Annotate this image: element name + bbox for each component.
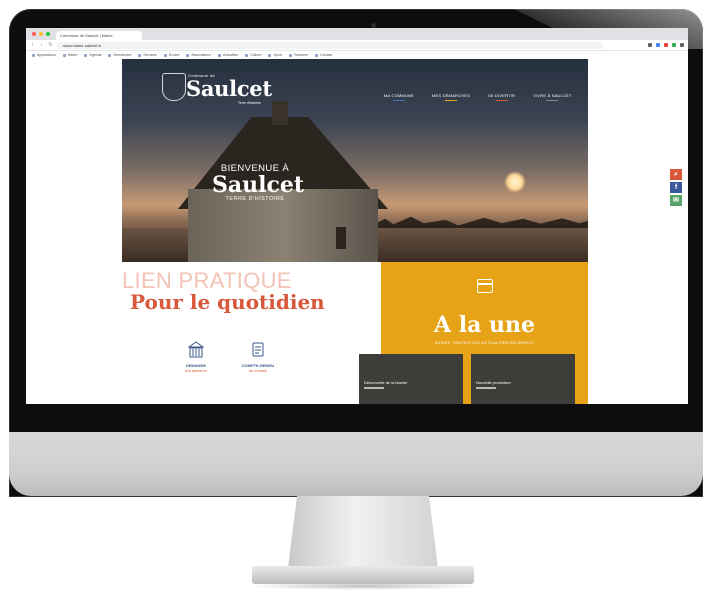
nav-label: MA COMMUNE: [384, 93, 414, 98]
monitor-base: [252, 566, 474, 584]
hero-text: BIENVENUE À Saulcet TERRE D'HISTOIRE: [212, 163, 305, 202]
minimize-window-button[interactable]: [39, 32, 43, 36]
logo-subtext: Terre d'histoire: [238, 101, 261, 105]
bookmark-item[interactable]: Tourisme: [289, 53, 308, 57]
lien-pratique-subheading: Pour le quotidien: [130, 290, 325, 314]
nav-item-se-divertir[interactable]: SE DIVERTIR: [488, 93, 515, 101]
mail-icon[interactable]: ✉: [670, 195, 682, 206]
nav-item-mes-demarches[interactable]: MES DÉMARCHES: [432, 93, 470, 101]
nav-item-ma-commune[interactable]: MA COMMUNE: [384, 93, 414, 101]
maximize-window-button[interactable]: [46, 32, 50, 36]
monitor-stand: [288, 496, 438, 568]
news-rule: [364, 387, 384, 389]
reload-icon[interactable]: ↻: [48, 42, 53, 48]
url-field[interactable]: www.mairie-saulcet.fr: [57, 41, 603, 49]
logo-name: Saulcet: [186, 76, 272, 101]
nav-item-vivre-a-saulcet[interactable]: VIVRE À SAULCET: [533, 93, 571, 101]
a-la-une-section: A la une SUIVEZ TOUTES LES ACTUALITÉS EN…: [359, 262, 588, 404]
news-title: Nouvelle procédure: [476, 380, 511, 385]
calendar-icon: [477, 279, 493, 293]
window-controls[interactable]: [32, 32, 50, 36]
search-icon[interactable]: ⌕: [670, 169, 682, 180]
hero-title: Saulcet: [212, 172, 305, 198]
extension-icon[interactable]: [656, 43, 660, 47]
forward-arrow-icon[interactable]: ›: [39, 42, 44, 48]
address-bar: ‹ › ↻ www.mairie-saulcet.fr: [26, 40, 688, 51]
close-window-button[interactable]: [32, 32, 36, 36]
extension-icons: [648, 43, 684, 47]
menu-icon[interactable]: [680, 43, 684, 47]
sun-image: [504, 171, 526, 193]
browser-tab[interactable]: Commune de Saulcet | Mairie: [56, 31, 142, 40]
bookmark-item[interactable]: Écoles: [164, 53, 180, 57]
back-arrow-icon[interactable]: ‹: [30, 42, 35, 48]
bookmark-item[interactable]: Contact: [315, 53, 332, 57]
quick-link-urbanisme[interactable]: DEMANDE d'urbanisme: [174, 341, 218, 373]
facebook-icon[interactable]: f: [670, 182, 682, 193]
main-nav: MA COMMUNE MES DÉMARCHES SE DIVERTIR VIV…: [384, 93, 572, 101]
nav-label: SE DIVERTIR: [487, 93, 516, 98]
building-icon: [187, 341, 205, 358]
bookmark-item[interactable]: Services: [138, 53, 156, 57]
nav-label: VIVRE À SAULCET: [533, 93, 572, 98]
bookmark-item[interactable]: Mairie: [63, 53, 78, 57]
news-card[interactable]: Découverte de la fauche: [359, 354, 463, 404]
website: Commune de Saulcet Terre d'histoire MA C…: [26, 59, 688, 404]
bookmark-item[interactable]: Sport: [268, 53, 281, 57]
nav-underline: [546, 100, 559, 101]
nav-label: MES DÉMARCHES: [432, 93, 470, 98]
bookmark-item[interactable]: Actualités: [218, 53, 238, 57]
screen: Commune de Saulcet | Mairie ‹ › ↻ www.ma…: [26, 28, 688, 404]
a-la-une-title: A la une: [434, 312, 535, 338]
quick-link-sublabel: d'urbanisme: [185, 368, 207, 373]
social-sidebar: ⌕ f ✉: [670, 169, 682, 206]
crest-icon: [162, 73, 186, 101]
door-image: [336, 227, 346, 249]
document-icon: [252, 342, 264, 357]
extension-icon[interactable]: [672, 43, 676, 47]
nav-underline: [393, 100, 405, 101]
nav-underline: [444, 100, 457, 101]
bookmark-item[interactable]: Associations: [186, 53, 211, 57]
news-title: Découverte de la fauche: [364, 380, 408, 385]
monitor-chin: [9, 432, 703, 496]
extension-icon[interactable]: [664, 43, 668, 47]
bookmark-item[interactable]: Applications: [32, 53, 56, 57]
quick-link-sublabel: du conseil: [248, 368, 267, 373]
hero-banner: Commune de Saulcet Terre d'histoire MA C…: [122, 59, 588, 262]
extension-icon[interactable]: [648, 43, 652, 47]
nav-underline: [495, 100, 508, 101]
bookmark-item[interactable]: Agenda: [84, 53, 101, 57]
bookmark-item[interactable]: Culture: [245, 53, 261, 57]
news-rule: [476, 387, 496, 389]
quick-link-compte-rendu[interactable]: COMPTE-RENDU du conseil: [236, 341, 280, 373]
bookmark-item[interactable]: Démarches: [108, 53, 131, 57]
a-la-une-subtitle: SUIVEZ TOUTES LES ACTUALITÉS EN DIRECT: [434, 340, 535, 345]
news-card[interactable]: Nouvelle procédure: [471, 354, 575, 404]
browser-tabbar: Commune de Saulcet | Mairie: [26, 28, 688, 40]
